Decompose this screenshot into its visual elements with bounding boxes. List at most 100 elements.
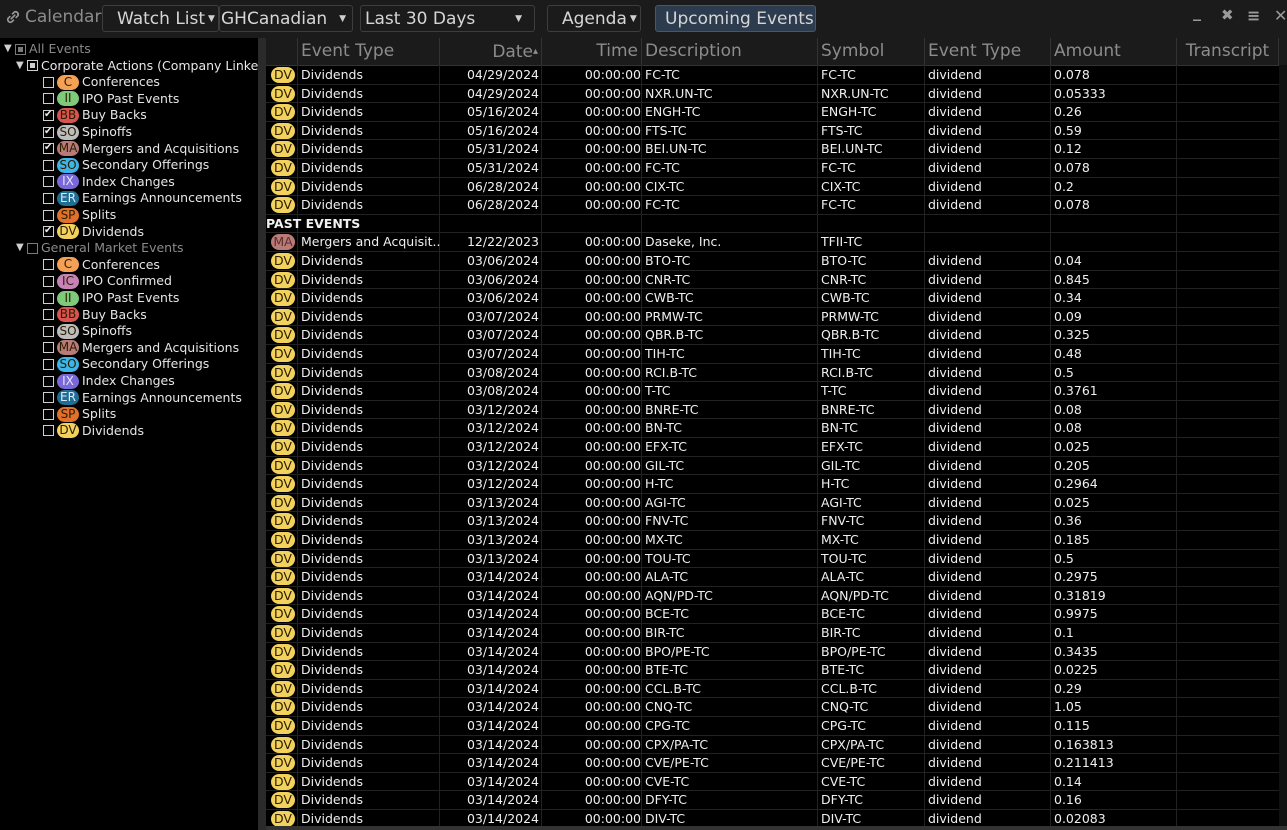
cell-transcript[interactable] [1177,271,1279,289]
cell-transcript[interactable] [1177,289,1279,307]
table-row[interactable]: DV Dividends 03/14/2024 00:00:00 DFY-TC DFY-T… [266,791,1279,810]
checkbox[interactable] [43,176,54,188]
table-row[interactable]: DV Dividends 03/14/2024 00:00:00 ALA-TC ALA-T… [266,568,1279,587]
table-row[interactable]: DV Dividends 03/14/2024 00:00:00 BPO/PE-TC BP… [266,643,1279,662]
tree-node-ipo-past-events[interactable]: II IPO Past Events [43,91,179,107]
checkbox[interactable] [43,76,54,88]
checkbox[interactable] [43,392,54,404]
table-row[interactable]: DV Dividends 03/14/2024 00:00:00 CNQ-TC CNQ-T… [266,698,1279,717]
table-row[interactable]: DV Dividends 03/12/2024 00:00:00 GIL-TC GIL-T… [266,457,1279,476]
tree-node-earnings-announcements[interactable]: ER Earnings Announcements [43,390,242,406]
cell-transcript[interactable] [1177,773,1279,791]
tree-node-earnings-announcements[interactable]: ER Earnings Announcements [43,190,242,206]
expand-triangle-icon[interactable]: ▼ [4,41,13,57]
cell-transcript[interactable] [1177,85,1279,103]
cell-transcript[interactable] [1177,754,1279,772]
column-header-description[interactable]: Description [642,38,818,65]
checkbox[interactable] [43,93,54,105]
cell-transcript[interactable] [1177,661,1279,679]
table-row[interactable]: DV Dividends 03/14/2024 00:00:00 BIR-TC BIR-T… [266,624,1279,643]
cell-transcript[interactable] [1177,568,1279,586]
cell-transcript[interactable] [1177,122,1279,140]
cell-transcript[interactable] [1177,401,1279,419]
expand-triangle-icon[interactable]: ▼ [16,58,25,74]
tree-node-all-events[interactable]: ▼ All Events [4,41,91,57]
table-row[interactable]: DV Dividends 03/12/2024 00:00:00 BNRE-TC BNRE… [266,401,1279,420]
column-header-transcript[interactable]: Transcript [1177,38,1279,65]
table-row[interactable]: DV Dividends 06/28/2024 00:00:00 CIX-TC CIX-T… [266,178,1279,197]
checkbox[interactable] [43,140,54,156]
cell-transcript[interactable] [1177,326,1279,344]
table-row[interactable]: DV Dividends 03/14/2024 00:00:00 BTE-TC BTE-T… [266,661,1279,680]
table-row[interactable]: DV Dividends 04/29/2024 00:00:00 NXR.UN-TC NX… [266,85,1279,104]
tree-node-index-changes[interactable]: IX Index Changes [43,373,175,389]
cell-transcript[interactable] [1177,438,1279,456]
cell-transcript[interactable] [1177,624,1279,642]
cell-transcript[interactable] [1177,494,1279,512]
column-header-event-type[interactable]: Event Type [298,38,440,65]
checkbox[interactable] [43,192,54,204]
cell-transcript[interactable] [1177,364,1279,382]
tree-node-spinoffs[interactable]: SOSpinoffs [43,124,132,140]
cell-transcript[interactable] [1177,587,1279,605]
table-row[interactable]: DV Dividends 03/07/2024 00:00:00 QBR.B-TC QBR… [266,326,1279,345]
table-row[interactable]: DV Dividends 03/07/2024 00:00:00 TIH-TC TIH-T… [266,345,1279,364]
tree-node-ipo-past-events[interactable]: II IPO Past Events [43,290,179,306]
tree-node-buy-backs[interactable]: BBBuy Backs [43,307,147,323]
tree-node-spinoffs[interactable]: SOSpinoffs [43,323,132,339]
view-mode-dropdown[interactable]: Agenda ▼ [547,5,641,32]
table-row[interactable]: DV Dividends 05/16/2024 00:00:00 FTS-TC FTS-T… [266,122,1279,141]
table-row[interactable]: DV Dividends 03/13/2024 00:00:00 TOU-TC TOU-T… [266,550,1279,569]
checkbox[interactable] [43,375,54,387]
checkbox[interactable] [43,259,54,271]
menu-icon[interactable]: ≡ [1247,6,1260,25]
cell-transcript[interactable] [1177,698,1279,716]
checkbox[interactable] [43,292,54,304]
table-row[interactable]: DV Dividends 03/14/2024 00:00:00 CVE/PE-TC CV… [266,754,1279,773]
cell-transcript[interactable] [1177,196,1279,214]
close-icon[interactable]: ✕ [1274,6,1287,25]
tree-node-dividends[interactable]: DVDividends [43,423,144,439]
tree-node-index-changes[interactable]: IX Index Changes [43,174,175,190]
checkbox[interactable] [43,325,54,337]
checkbox[interactable] [43,275,54,287]
tree-node-group[interactable]: ▼ Corporate Actions (Company Linked [16,58,266,74]
cell-transcript[interactable] [1177,159,1279,177]
tree-node-splits[interactable]: SP Splits [43,207,116,223]
column-header-event-type[interactable]: Event Type [925,38,1051,65]
checkbox-group[interactable] [27,242,38,254]
cell-transcript[interactable] [1177,252,1279,270]
column-header-symbol[interactable]: Symbol [818,38,925,65]
checkbox[interactable] [43,159,54,171]
cell-transcript[interactable] [1177,736,1279,754]
table-row[interactable]: DV Dividends 03/12/2024 00:00:00 BN-TC BN-TC d… [266,419,1279,438]
cell-transcript[interactable] [1177,680,1279,698]
column-header-amount[interactable]: Amount [1051,38,1177,65]
horizontal-scrollbar[interactable] [266,826,1287,830]
table-row[interactable]: DV Dividends 03/14/2024 00:00:00 CCL.B-TC CCL… [266,680,1279,699]
cell-transcript[interactable] [1177,140,1279,158]
table-row[interactable]: DV Dividends 03/14/2024 00:00:00 CPG-TC CPG-T… [266,717,1279,736]
tree-node-dividends[interactable]: DVDividends [43,223,144,240]
table-row[interactable]: DV Dividends 03/12/2024 00:00:00 EFX-TC EFX-T… [266,438,1279,457]
cell-transcript[interactable] [1177,605,1279,623]
checkbox[interactable] [43,358,54,370]
table-row[interactable]: DV Dividends 03/14/2024 00:00:00 CVE-TC CVE-T… [266,773,1279,792]
table-row[interactable]: DV Dividends 04/29/2024 00:00:00 FC-TC FC-TC d… [266,66,1279,85]
checkbox[interactable] [43,342,54,354]
table-row[interactable]: DV Dividends 03/12/2024 00:00:00 H-TC H-TC div… [266,475,1279,494]
table-row[interactable]: DV Dividends 03/13/2024 00:00:00 FNV-TC FNV-T… [266,512,1279,531]
checkbox[interactable] [43,408,54,420]
table-row[interactable]: MA Mergers and Acquisit... 12/22/2023 00:00… [266,233,1279,252]
minimize-icon[interactable]: _ [1193,2,1201,21]
cell-transcript[interactable] [1177,103,1279,121]
table-row[interactable]: DV Dividends 03/06/2024 00:00:00 BTO-TC BTO-T… [266,252,1279,271]
cell-transcript[interactable] [1177,178,1279,196]
table-row[interactable]: DV Dividends 03/07/2024 00:00:00 PRMW-TC PRMW… [266,308,1279,327]
cell-transcript[interactable] [1177,233,1279,251]
cell-transcript[interactable] [1177,308,1279,326]
table-row[interactable]: DV Dividends 03/14/2024 00:00:00 CPX/PA-TC CP… [266,736,1279,755]
cell-transcript[interactable] [1177,717,1279,735]
cell-transcript[interactable] [1177,791,1279,809]
cell-transcript[interactable] [1177,531,1279,549]
